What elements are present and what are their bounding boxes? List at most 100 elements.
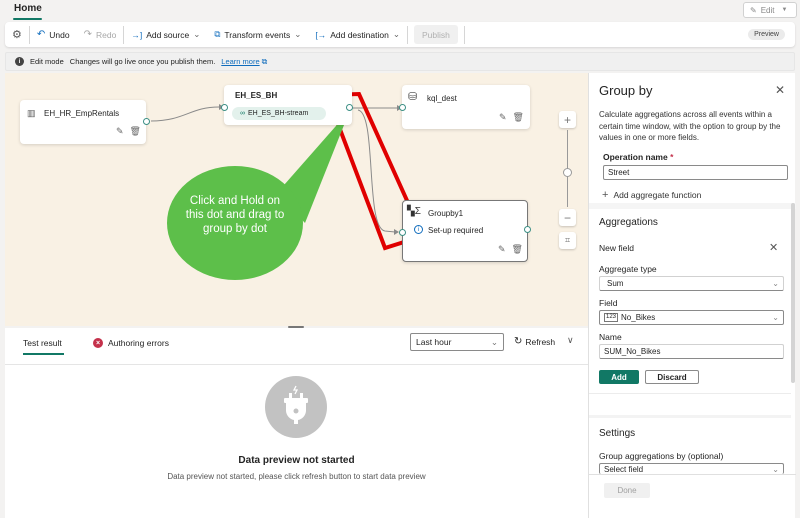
plug-icon (265, 376, 327, 438)
tab-active-indicator (23, 353, 64, 355)
flow-canvas[interactable]: Click and Hold on this dot and drag to g… (5, 73, 588, 326)
source-output-port[interactable] (143, 118, 150, 125)
chevron-down-icon: ⌄ (193, 29, 201, 39)
tab-test-result[interactable]: Test result (23, 338, 62, 348)
edge-source-to-stream (150, 106, 220, 122)
panel-description: Calculate aggregations across all events… (599, 110, 781, 142)
aggregate-type-select[interactable]: Sum ⌄ (599, 276, 784, 291)
add-source-button[interactable]: →] Add source ⌄ (124, 22, 207, 47)
database-icon: ⛁ (408, 91, 418, 103)
operation-name-input[interactable]: Street (603, 165, 788, 180)
input-value: SUM_No_Bikes (604, 347, 661, 356)
refresh-button[interactable]: ↻ Refresh (514, 336, 555, 347)
group-by-panel: Group by ✕ Calculate aggregations across… (588, 73, 796, 518)
sign-in-icon: →] (131, 29, 143, 40)
node-destination[interactable]: ⛁ kql_dest ✎ 🗑 (402, 85, 530, 129)
field-select[interactable]: 123 No_Bikes ⌄ (599, 310, 784, 325)
edit-label: Edit (760, 5, 775, 15)
callout-line: this dot and drag to (185, 209, 285, 221)
close-icon: ✕ (769, 242, 779, 254)
groupby-output-port[interactable] (524, 226, 531, 233)
close-panel-button[interactable]: ✕ (775, 83, 785, 97)
aggregations-heading: Aggregations (599, 217, 658, 228)
add-aggregate-function-button[interactable]: + Add aggregate function (602, 189, 701, 201)
zoom-slider-thumb[interactable] (563, 168, 572, 177)
time-range-select[interactable]: Last hour ⌄ (410, 333, 504, 351)
groupby-input-port[interactable] (399, 229, 406, 236)
transform-events-label: Transform events (224, 29, 291, 40)
edit-mode-message: Changes will go live once you publish th… (69, 57, 216, 66)
stream-input-port[interactable] (221, 104, 228, 111)
add-button[interactable]: Add (599, 370, 639, 384)
node-title: EH_ES_BH (235, 91, 278, 100)
delete-icon[interactable]: 🗑 (513, 112, 524, 123)
node-source[interactable]: ▥ EH_HR_EmpRentals ✎ 🗑 (20, 100, 146, 144)
label-text: Operation name (603, 152, 668, 162)
discard-button[interactable]: Discard (645, 370, 699, 384)
publish-button[interactable]: Publish (413, 25, 458, 44)
time-range-value: Last hour (416, 337, 452, 347)
add-source-label: Add source (146, 29, 190, 40)
remove-field-button[interactable]: ✕ (769, 241, 778, 254)
stream-output-port[interactable] (346, 104, 353, 111)
error-icon: × (93, 338, 103, 348)
chevron-down-icon: ⌄ (392, 29, 400, 39)
divider (5, 364, 588, 365)
panel-scrollbar[interactable] (791, 203, 795, 383)
edit-icon[interactable]: ✎ (499, 112, 507, 123)
delete-icon[interactable]: 🗑 (512, 244, 523, 255)
chevron-down-icon: ⌄ (772, 279, 779, 288)
required-marker: * (670, 152, 674, 162)
zoom-out-button[interactable]: − (559, 209, 576, 226)
edit-mode-label: Edit mode (30, 57, 64, 66)
name-input[interactable]: SUM_No_Bikes (599, 344, 784, 359)
section-divider (589, 393, 791, 394)
tab-home[interactable]: Home (14, 3, 42, 14)
node-title: EH_HR_EmpRentals (44, 109, 120, 118)
stream-chip-label: EH_ES_BH-stream (248, 110, 309, 117)
edit-icon[interactable]: ✎ (498, 244, 506, 255)
node-groupby[interactable]: ▚Σ Groupby1 i Set-up required ✎ 🗑 (402, 200, 528, 262)
redo-button[interactable]: ↷ Redo (77, 22, 124, 47)
node-stream[interactable]: EH_ES_BH ∞ EH_ES_BH-stream (224, 85, 352, 125)
zoom-in-button[interactable]: + (559, 111, 576, 128)
tab-authoring-errors[interactable]: × Authoring errors (93, 338, 169, 348)
delete-icon[interactable]: 🗑 (130, 126, 141, 137)
aggregate-type-label: Aggregate type (599, 264, 657, 274)
done-button[interactable]: Done (604, 483, 650, 498)
toolbar-divider (406, 25, 408, 44)
settings-button[interactable]: ⚙ (5, 22, 29, 47)
redo-icon: ↷ (83, 29, 92, 40)
minus-icon: − (563, 210, 571, 225)
edit-mode-button[interactable]: ✎ Edit ▼ (743, 2, 797, 18)
group-by-label: Group aggregations by (optional) (599, 451, 724, 461)
panel-title: Group by (599, 83, 653, 98)
settings-heading: Settings (599, 428, 636, 439)
groupby-icon: ▚Σ (407, 206, 421, 217)
collapse-panel-button[interactable]: ∨ (567, 335, 574, 346)
node-status: Set-up required (428, 226, 484, 235)
edit-icon[interactable]: ✎ (116, 126, 124, 137)
callout-line: group by dot (203, 223, 267, 235)
toolbar: ⚙ ↶ Undo ↷ Redo →] Add source ⌄ ⧉ Transf… (5, 22, 795, 47)
refresh-label: Refresh (525, 336, 556, 347)
learn-more-link[interactable]: Learn more (221, 57, 259, 66)
fit-view-button[interactable]: ⌗ (559, 232, 576, 249)
transform-events-button[interactable]: ⧉ Transform events ⌄ (207, 22, 308, 47)
empty-state-message: Data preview not started, please click r… (167, 472, 426, 481)
add-destination-button[interactable]: [→ Add destination ⌄ (308, 22, 407, 47)
numeric-type-icon: 123 (604, 313, 619, 322)
redo-label: Redo (95, 29, 117, 40)
callout-text: Click and Hold on this dot and drag to g… (167, 194, 303, 236)
stream-chip: ∞ EH_ES_BH-stream (232, 107, 326, 120)
footer-divider (589, 474, 796, 475)
new-field-label: New field (599, 243, 634, 253)
undo-button[interactable]: ↶ Undo (30, 22, 77, 47)
field-select-content: 123 No_Bikes (604, 313, 655, 322)
tab-home-indicator (13, 18, 42, 20)
operation-name-label: Operation name * (603, 152, 673, 162)
destination-input-port[interactable] (399, 104, 406, 111)
fit-screen-icon: ⌗ (564, 235, 571, 245)
group-by-select[interactable]: Select field ⌄ (599, 463, 784, 474)
sign-out-icon: [→ (315, 29, 327, 40)
